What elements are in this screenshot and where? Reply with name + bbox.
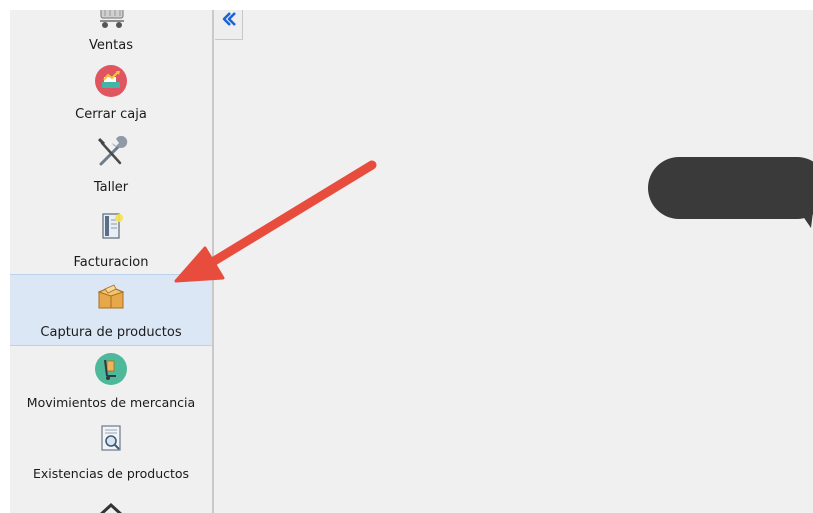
- sidebar-item-existencias-de-productos[interactable]: Existencias de productos: [10, 420, 212, 490]
- tooltip-bubble: [648, 157, 813, 219]
- sidebar-item-label: Taller: [93, 180, 129, 195]
- cash-register-icon: [95, 65, 127, 97]
- sidebar-item-label: Movimientos de mercancia: [26, 395, 196, 410]
- sidebar-item-cerrar-caja[interactable]: Cerrar caja: [10, 62, 212, 130]
- double-chevron-left-icon: [222, 12, 236, 26]
- sidebar-item-label: Captura de productos: [40, 325, 182, 340]
- sidebar-item-label: Ventas: [89, 38, 133, 53]
- warehouse-icon: [100, 502, 122, 513]
- shopping-cart-icon: [100, 10, 124, 28]
- sidebar-item-ventas[interactable]: Ventas: [10, 10, 212, 58]
- invoice-icon: [102, 213, 123, 239]
- tooltip-bubble-tail: [800, 212, 813, 228]
- sidebar-panel: Ventas Cerrar caja Taller Facturacion Ca…: [10, 10, 212, 513]
- inventory-search-icon: [101, 425, 121, 451]
- main-content-area: [214, 10, 813, 513]
- sidebar-item-captura-de-productos[interactable]: Captura de productos: [10, 274, 212, 346]
- sidebar-item-label: Existencias de productos: [32, 466, 190, 481]
- sidebar-item-movimientos-de-mercancia[interactable]: Movimientos de mercancia: [10, 350, 212, 416]
- sidebar-item-taller[interactable]: Taller: [10, 134, 212, 202]
- sidebar-item-almacen[interactable]: [10, 492, 212, 513]
- sidebar-item-facturacion[interactable]: Facturacion: [10, 208, 212, 278]
- app-window: Ventas Cerrar caja Taller Facturacion Ca…: [0, 0, 813, 513]
- sidebar-item-label: Facturacion: [73, 255, 149, 270]
- hand-truck-icon: [95, 353, 127, 385]
- collapse-sidebar-button[interactable]: [215, 10, 243, 40]
- sidebar-item-label: Cerrar caja: [75, 107, 147, 122]
- product-box-icon: [97, 284, 125, 309]
- tools-icon: [97, 136, 128, 166]
